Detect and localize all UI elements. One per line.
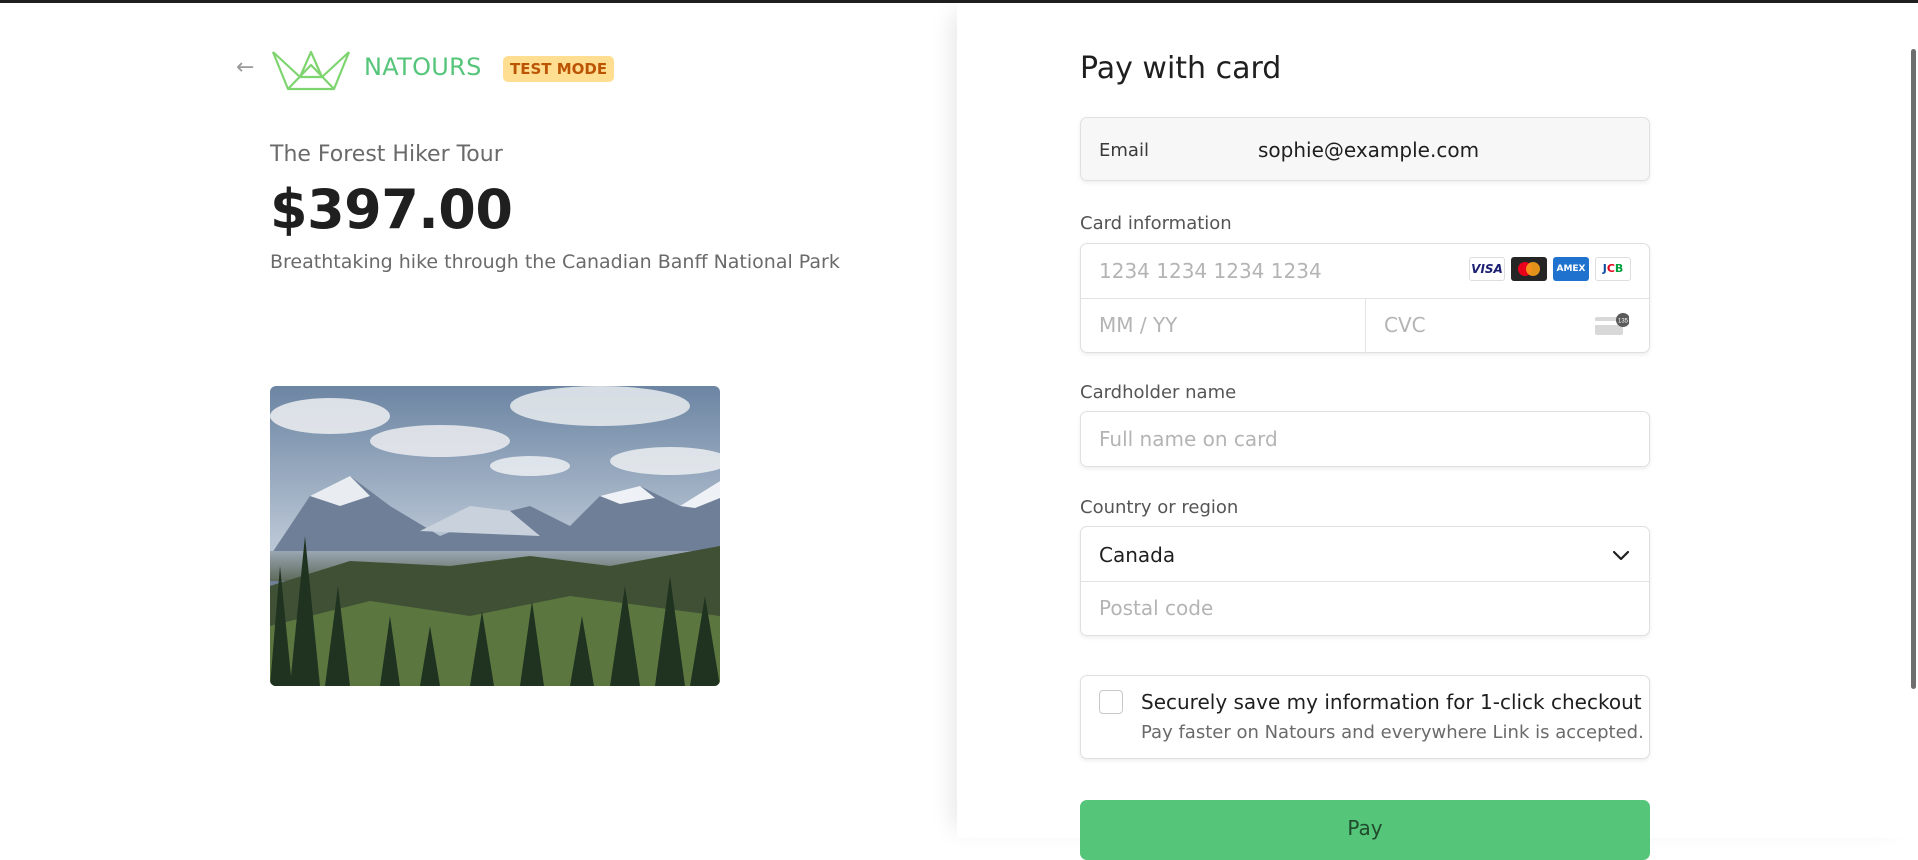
- save-info-title: Securely save my information for 1-click…: [1141, 690, 1642, 714]
- save-info-checkbox[interactable]: [1099, 690, 1123, 714]
- divider: [1365, 299, 1366, 354]
- mastercard-icon: [1511, 257, 1547, 281]
- merchant-name: NATOURS: [364, 53, 482, 81]
- country-value: Canada: [1099, 543, 1176, 567]
- card-back-icon: 135: [1595, 313, 1629, 335]
- country-postal-group: Canada Postal code: [1080, 526, 1650, 636]
- save-info-option[interactable]: Securely save my information for 1-click…: [1080, 675, 1650, 759]
- pay-button[interactable]: Pay: [1080, 800, 1650, 860]
- cardholder-name-input[interactable]: Full name on card: [1080, 411, 1650, 467]
- country-region-label: Country or region: [1080, 497, 1239, 518]
- cvc-input[interactable]: CVC: [1384, 313, 1426, 337]
- card-information-group: 1234 1234 1234 1234 VISA AMEX JCB MM / Y…: [1080, 243, 1650, 354]
- product-name: The Forest Hiker Tour: [270, 142, 503, 167]
- amex-icon: AMEX: [1553, 257, 1589, 281]
- email-value: sophie@example.com: [1258, 138, 1480, 162]
- arrow-left-icon[interactable]: ←: [236, 56, 260, 80]
- card-brands: VISA AMEX JCB: [1469, 257, 1631, 281]
- save-info-subtitle: Pay faster on Natours and everywhere Lin…: [1141, 722, 1644, 743]
- postal-code-input[interactable]: Postal code: [1099, 596, 1213, 620]
- product-description: Breathtaking hike through the Canadian B…: [270, 251, 840, 273]
- email-field[interactable]: Email sophie@example.com: [1080, 117, 1650, 181]
- visa-icon: VISA: [1469, 257, 1505, 281]
- scrollbar[interactable]: [1911, 49, 1916, 689]
- svg-text:135: 135: [1618, 319, 1629, 325]
- pay-with-card-title: Pay with card: [1080, 51, 1282, 86]
- product-price: $397.00: [270, 178, 513, 241]
- email-label: Email: [1099, 140, 1149, 161]
- crown-logo-icon: [271, 50, 351, 91]
- product-image: [270, 386, 720, 686]
- cardholder-placeholder: Full name on card: [1099, 427, 1278, 451]
- card-information-label: Card information: [1080, 213, 1232, 234]
- divider: [1081, 581, 1649, 582]
- jcb-icon: JCB: [1595, 257, 1631, 281]
- card-number-input[interactable]: 1234 1234 1234 1234: [1099, 259, 1322, 283]
- expiry-input[interactable]: MM / YY: [1099, 313, 1177, 337]
- test-mode-badge: TEST MODE: [503, 56, 615, 82]
- cardholder-name-label: Cardholder name: [1080, 382, 1237, 403]
- order-summary-panel: ← NATOURS TEST MODE The Forest Hiker Tou…: [0, 3, 957, 838]
- chevron-down-icon[interactable]: [1611, 545, 1631, 565]
- country-select[interactable]: Canada: [1081, 527, 1649, 581]
